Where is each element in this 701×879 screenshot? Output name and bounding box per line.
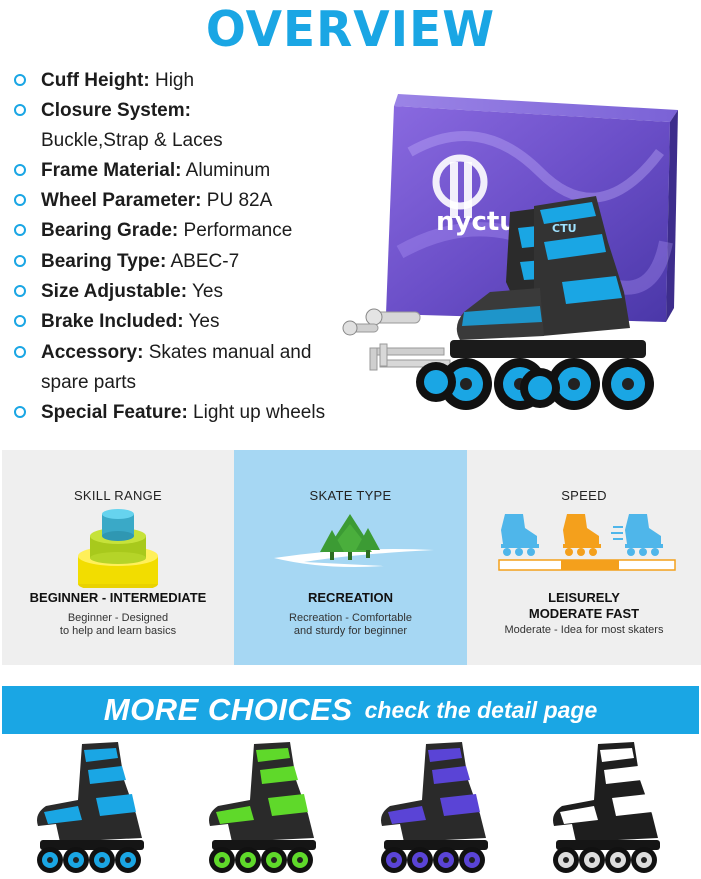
variant-row [0, 740, 701, 879]
bullet-ring-icon [14, 406, 26, 418]
spec-key: Cuff Height: [41, 70, 150, 91]
spec-key: Bearing Grade: [41, 220, 179, 241]
spec-key: Closure System: [41, 100, 191, 121]
more-choices-banner: MORE CHOICES check the detail page [2, 686, 699, 734]
feature-heading-line: MODERATE FAST [528, 606, 640, 621]
feature-skate-type: SKATE TYPE RECREATION Recreation - Comfo… [234, 450, 467, 665]
more-choices-title: MORE CHOICES [103, 692, 353, 727]
bullet-ring-icon [14, 346, 26, 358]
spec-item-frame-material: Frame Material: Aluminum [14, 156, 270, 186]
feature-label: SKILL RANGE [73, 488, 163, 503]
spec-key: Brake Included: [41, 311, 184, 332]
feature-description-line: Moderate - Idea for most skaters [504, 624, 664, 636]
product-image: nyctu CTU [340, 92, 696, 437]
page-title: OVERVIEW [205, 0, 496, 59]
spec-value: Performance [178, 220, 293, 241]
feature-speed: SPEED LEISURELY MODERATE FAST Moderate -… [467, 450, 701, 665]
spec-key: Frame Material: [41, 160, 182, 181]
accessory-tools [342, 308, 451, 371]
bullet-ring-icon [14, 194, 26, 206]
stacked-cake-icon [2, 506, 234, 592]
feature-description-line: and sturdy for beginner [293, 625, 408, 637]
spec-item-bearing-type: Bearing Type: ABEC-7 [14, 247, 239, 277]
variant-purple-skate[interactable] [374, 740, 504, 876]
three-skaters-icon [467, 506, 701, 588]
spec-value: High [149, 70, 195, 91]
spec-key: Special Feature: [41, 402, 188, 423]
spec-item-closure-system: Closure System: [14, 96, 191, 126]
spec-key: Bearing Type: [41, 251, 167, 272]
light-up-wheels [416, 358, 654, 410]
feature-label: SPEED [561, 488, 607, 503]
spec-item-cuff-height: Cuff Height: High [14, 66, 194, 96]
bullet-ring-icon [14, 255, 26, 267]
feature-description-line: to help and learn basics [59, 625, 177, 637]
bullet-ring-icon [14, 104, 26, 116]
spec-item-wheel-parameter: Wheel Parameter: PU 82A [14, 186, 272, 216]
spec-item-brake-included: Brake Included: Yes [14, 307, 219, 337]
spec-value: PU 82A [201, 190, 273, 211]
spec-key: Accessory: [41, 342, 144, 363]
variant-blue-skate[interactable] [30, 740, 160, 876]
feature-description-line: Beginner - Designed [67, 612, 169, 624]
feature-heading: RECREATION [308, 590, 393, 605]
more-choices-subtitle: check the detail page [364, 696, 598, 723]
spec-item-size-adjustable: Size Adjustable: Yes [14, 277, 223, 307]
spec-item-accessory: Accessory: Skates manual and [14, 338, 311, 368]
skate-brand-text: CTU [552, 222, 577, 235]
spec-value: Yes [183, 311, 220, 332]
spec-key: Wheel Parameter: [41, 190, 202, 211]
feature-heading: BEGINNER - INTERMEDIATE [29, 590, 207, 605]
spec-value-continuation: spare parts [41, 372, 137, 393]
spec-key: Size Adjustable: [41, 281, 188, 302]
spec-value: Aluminum [181, 160, 271, 181]
bullet-ring-icon [14, 285, 26, 297]
spec-item-special-feature: Special Feature: Light up wheels [14, 398, 325, 428]
trees-road-icon [234, 506, 467, 588]
spec-value-continuation: Buckle,Strap & Laces [41, 130, 223, 151]
bullet-ring-icon [14, 164, 26, 176]
bullet-ring-icon [14, 74, 26, 86]
feature-skill-range: SKILL RANGE BEGINNER - INTERMEDIATE Begi… [2, 450, 234, 665]
feature-description-line: Recreation - Comfortable [289, 612, 412, 624]
bullet-ring-icon [14, 224, 26, 236]
spec-value: Light up wheels [187, 402, 326, 423]
box-brand-text: nyctu [436, 207, 518, 237]
spec-item-bearing-grade: Bearing Grade: Performance [14, 216, 292, 246]
feature-label: SKATE TYPE [309, 488, 392, 503]
spec-value: Yes [187, 281, 223, 302]
spec-value: Skates manual and [143, 342, 312, 363]
bullet-ring-icon [14, 315, 26, 327]
features-band: SKILL RANGE BEGINNER - INTERMEDIATE Begi… [2, 450, 701, 665]
variant-white-skate[interactable] [546, 740, 676, 876]
variant-green-skate[interactable] [202, 740, 332, 876]
spec-value: ABEC-7 [166, 251, 240, 272]
feature-heading-line: LEISURELY [548, 590, 620, 605]
